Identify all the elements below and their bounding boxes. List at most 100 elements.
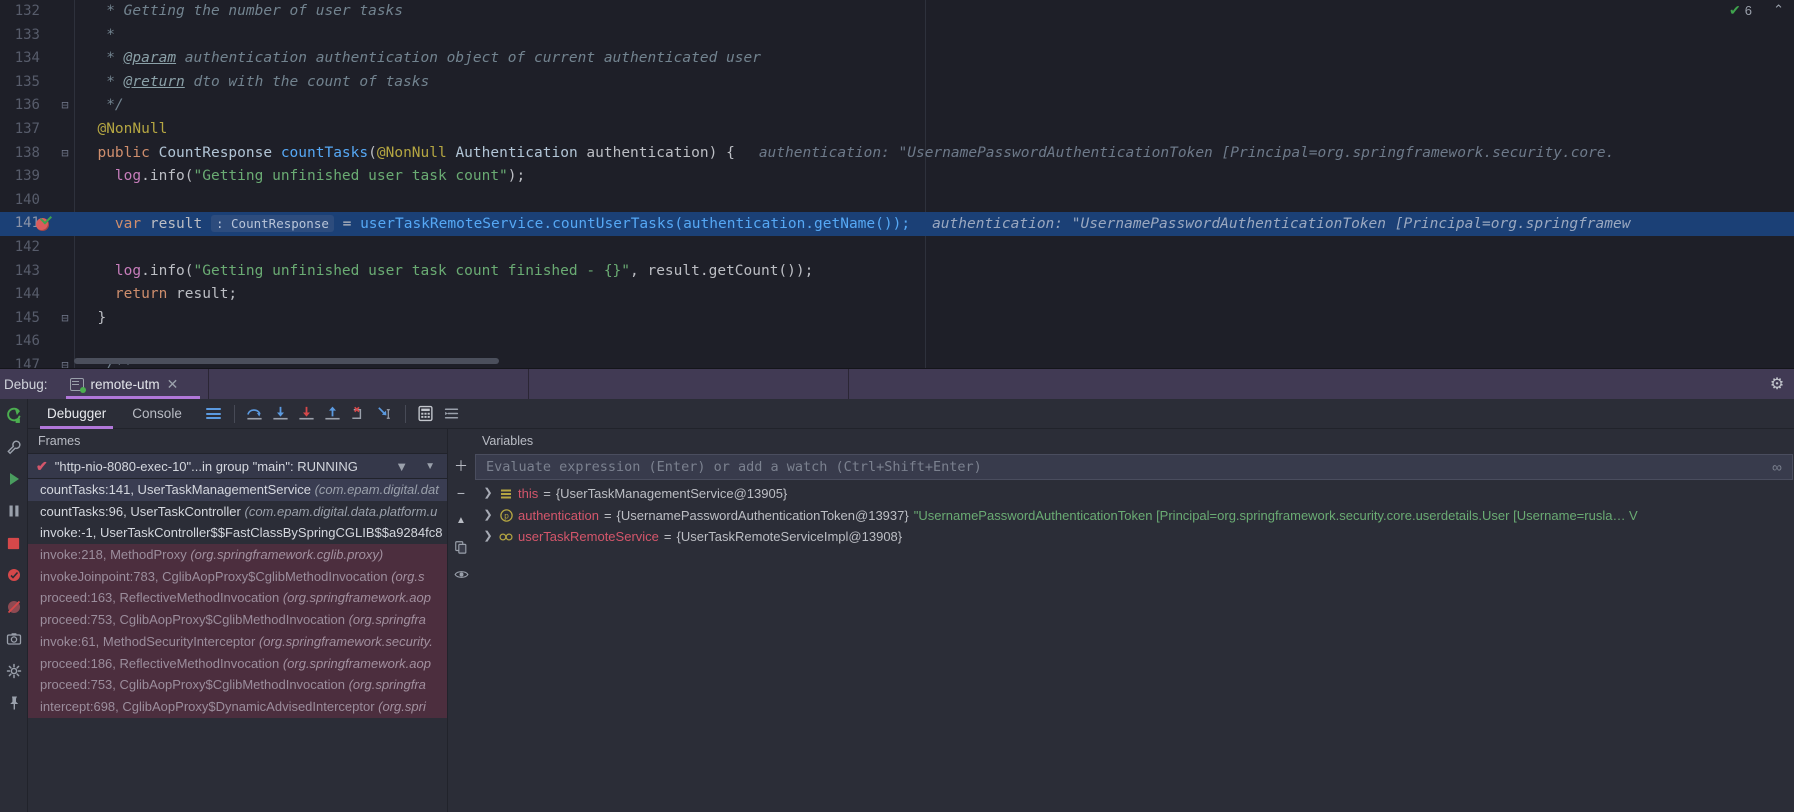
calculator-icon[interactable] bbox=[413, 401, 439, 427]
step-out-icon[interactable] bbox=[320, 401, 346, 427]
fold-marker-icon[interactable]: ⊟ bbox=[58, 142, 72, 166]
code-content: } bbox=[97, 309, 107, 326]
frame-item[interactable]: countTasks:96, UserTaskController (com.e… bbox=[28, 500, 447, 523]
frame-package: (org.springframework.security. bbox=[258, 633, 433, 649]
frame-item[interactable]: invokeJoinpoint:783, CglibAopProxy$Cglib… bbox=[28, 565, 447, 588]
tab-console[interactable]: Console bbox=[119, 399, 195, 429]
code-line[interactable]: 142 bbox=[0, 236, 1794, 260]
chevron-right-icon[interactable]: ❯ bbox=[482, 526, 494, 548]
line-number: 143 bbox=[14, 262, 40, 279]
infinity-icon[interactable]: ∞ bbox=[1762, 459, 1792, 475]
javadoc-return-tag: @return bbox=[123, 73, 185, 90]
fold-marker-icon[interactable]: ⊟ bbox=[58, 307, 72, 331]
evaluate-placeholder: Evaluate expression (Enter) or add a wat… bbox=[486, 459, 982, 475]
frame-package: (com.epam.digital.dat bbox=[314, 482, 439, 497]
chevron-up-icon[interactable]: ⌃ bbox=[1773, 2, 1784, 18]
frame-package: (org.springfra bbox=[348, 677, 426, 693]
header-segment bbox=[207, 369, 528, 399]
frame-item[interactable]: proceed:186, ReflectiveMethodInvocation … bbox=[28, 652, 447, 675]
evaluate-expression-field[interactable]: Evaluate expression (Enter) or add a wat… bbox=[475, 454, 1793, 480]
frame-package: (org.springframework.cglib.proxy) bbox=[190, 547, 384, 563]
variable-value: {UserTaskRemoteServiceImpl@13908} bbox=[676, 529, 903, 544]
frames-list[interactable]: countTasks:141, UserTaskManagementServic… bbox=[28, 479, 447, 812]
debug-session-tab[interactable]: remote-utm ✕ bbox=[58, 369, 208, 399]
eye-icon[interactable] bbox=[452, 565, 470, 583]
code-content: * Getting the number of user tasks bbox=[106, 3, 404, 19]
toolbar-separator bbox=[233, 404, 235, 423]
variable-row[interactable]: ❯ p authentication = {UsernamePasswordAu… bbox=[474, 505, 1794, 527]
frame-item[interactable]: invoke:-1, UserTaskController$$FastClass… bbox=[28, 522, 447, 545]
wrench-icon[interactable] bbox=[4, 437, 24, 457]
code-line-current-execution[interactable]: 141 var result : CountResponse = userTas… bbox=[0, 212, 1794, 236]
inspection-status-badge[interactable]: ✔ 6 bbox=[1729, 2, 1752, 19]
breakpoint-icon[interactable] bbox=[36, 218, 49, 232]
copy-icon[interactable] bbox=[452, 538, 470, 556]
frame-item[interactable]: countTasks:141, UserTaskManagementServic… bbox=[28, 479, 447, 501]
frame-item[interactable]: proceed:163, ReflectiveMethodInvocation … bbox=[28, 587, 447, 610]
code-line[interactable]: 139 log.info("Getting unfinished user ta… bbox=[0, 165, 1794, 189]
chevron-right-icon[interactable]: ❯ bbox=[482, 483, 494, 505]
code-line[interactable]: 134 * @param authentication authenticati… bbox=[0, 47, 1794, 71]
code-line[interactable]: 140 bbox=[0, 189, 1794, 213]
resume-icon[interactable] bbox=[4, 469, 24, 489]
stop-icon[interactable] bbox=[4, 533, 24, 553]
debug-label: Debug: bbox=[4, 376, 48, 392]
variable-equals: = bbox=[603, 507, 612, 523]
minus-icon[interactable]: − bbox=[452, 484, 470, 502]
frame-item[interactable]: intercept:698, CglibAopProxy$DynamicAdvi… bbox=[28, 695, 447, 718]
frame-item[interactable]: proceed:753, CglibAopProxy$CglibMethodIn… bbox=[28, 609, 447, 631]
debug-tool-window-header: Debug: remote-utm ✕ ⚙ bbox=[0, 368, 1794, 399]
frame-item[interactable]: invoke:61, MethodSecurityInterceptor (or… bbox=[28, 630, 447, 653]
thread-selector[interactable]: ✔ "http-nio-8080-exec-10"...in group "ma… bbox=[28, 453, 447, 479]
variable-row[interactable]: ❯ userTaskRemoteService = {UserTaskRemot… bbox=[474, 526, 1794, 548]
fold-marker-icon[interactable]: ⊟ bbox=[58, 354, 72, 368]
threads-variables-icon[interactable] bbox=[439, 401, 465, 427]
type-inlay-hint: : CountResponse bbox=[210, 215, 334, 233]
force-step-into-icon[interactable] bbox=[294, 401, 320, 427]
plus-icon[interactable]: ＋ bbox=[452, 457, 470, 475]
triangle-up-icon[interactable]: ▲ bbox=[452, 511, 470, 529]
code-line[interactable]: 132 * Getting the number of user tasks bbox=[0, 0, 1794, 24]
frame-item[interactable]: proceed:753, CglibAopProxy$CglibMethodIn… bbox=[28, 674, 447, 696]
variable-row[interactable]: ❯ this = {UserTaskManagementService@1390… bbox=[474, 483, 1794, 505]
run-to-cursor-icon[interactable] bbox=[372, 401, 398, 427]
frame-package: (org.springframework.aop bbox=[282, 655, 431, 671]
line-number: 147 bbox=[14, 356, 40, 368]
line-number: 135 bbox=[14, 73, 40, 90]
drop-frame-icon[interactable] bbox=[346, 401, 372, 427]
code-line[interactable]: 145 ⊟ } bbox=[0, 307, 1794, 331]
fold-marker-icon[interactable]: ⊟ bbox=[58, 94, 72, 118]
variables-pane-title: Variables bbox=[448, 429, 1794, 453]
code-line[interactable]: 138 ⊟ public CountResponse countTasks(@N… bbox=[0, 142, 1794, 166]
code-line[interactable]: 143 log.info("Getting unfinished user ta… bbox=[0, 260, 1794, 284]
frame-item[interactable]: invoke:218, MethodProxy (org.springframe… bbox=[28, 544, 447, 566]
filter-icon[interactable]: ▼ bbox=[395, 459, 408, 474]
code-line[interactable]: 144 return result; bbox=[0, 283, 1794, 307]
code-line[interactable]: 137 @NonNull bbox=[0, 118, 1794, 142]
layout-icon[interactable] bbox=[201, 401, 227, 427]
code-line[interactable]: 136 ⊟ */ bbox=[0, 94, 1794, 118]
code-line[interactable]: 133 * bbox=[0, 24, 1794, 48]
mute-breakpoints-icon[interactable] bbox=[4, 597, 24, 617]
chevron-right-icon[interactable]: ❯ bbox=[482, 505, 494, 527]
breakpoint-icon[interactable] bbox=[4, 565, 24, 585]
rerun-icon[interactable] bbox=[4, 405, 24, 425]
code-line[interactable]: 146 bbox=[0, 330, 1794, 354]
step-over-icon[interactable] bbox=[242, 401, 268, 427]
camera-icon[interactable] bbox=[4, 629, 24, 649]
frame-package: (org.spri bbox=[378, 698, 426, 714]
pause-icon[interactable] bbox=[4, 501, 24, 521]
tab-debugger[interactable]: Debugger bbox=[34, 399, 119, 429]
code-editor[interactable]: 132 * Getting the number of user tasks 1… bbox=[0, 0, 1794, 368]
chevron-down-icon[interactable]: ▼ bbox=[425, 461, 435, 472]
variable-name: userTaskRemoteService bbox=[518, 529, 659, 544]
editor-horizontal-scrollbar[interactable] bbox=[74, 358, 499, 364]
gear-icon[interactable] bbox=[4, 661, 24, 681]
code-line[interactable]: 135 * @return dto with the count of task… bbox=[0, 71, 1794, 95]
gear-icon[interactable]: ⚙ bbox=[1760, 369, 1794, 399]
step-into-icon[interactable] bbox=[268, 401, 294, 427]
variables-side-toolbar: ＋ − ▲ bbox=[448, 453, 474, 812]
close-icon[interactable]: ✕ bbox=[167, 376, 179, 393]
pin-icon[interactable] bbox=[4, 693, 24, 713]
variables-tree[interactable]: ❯ this = {UserTaskManagementService@1390… bbox=[474, 480, 1794, 812]
